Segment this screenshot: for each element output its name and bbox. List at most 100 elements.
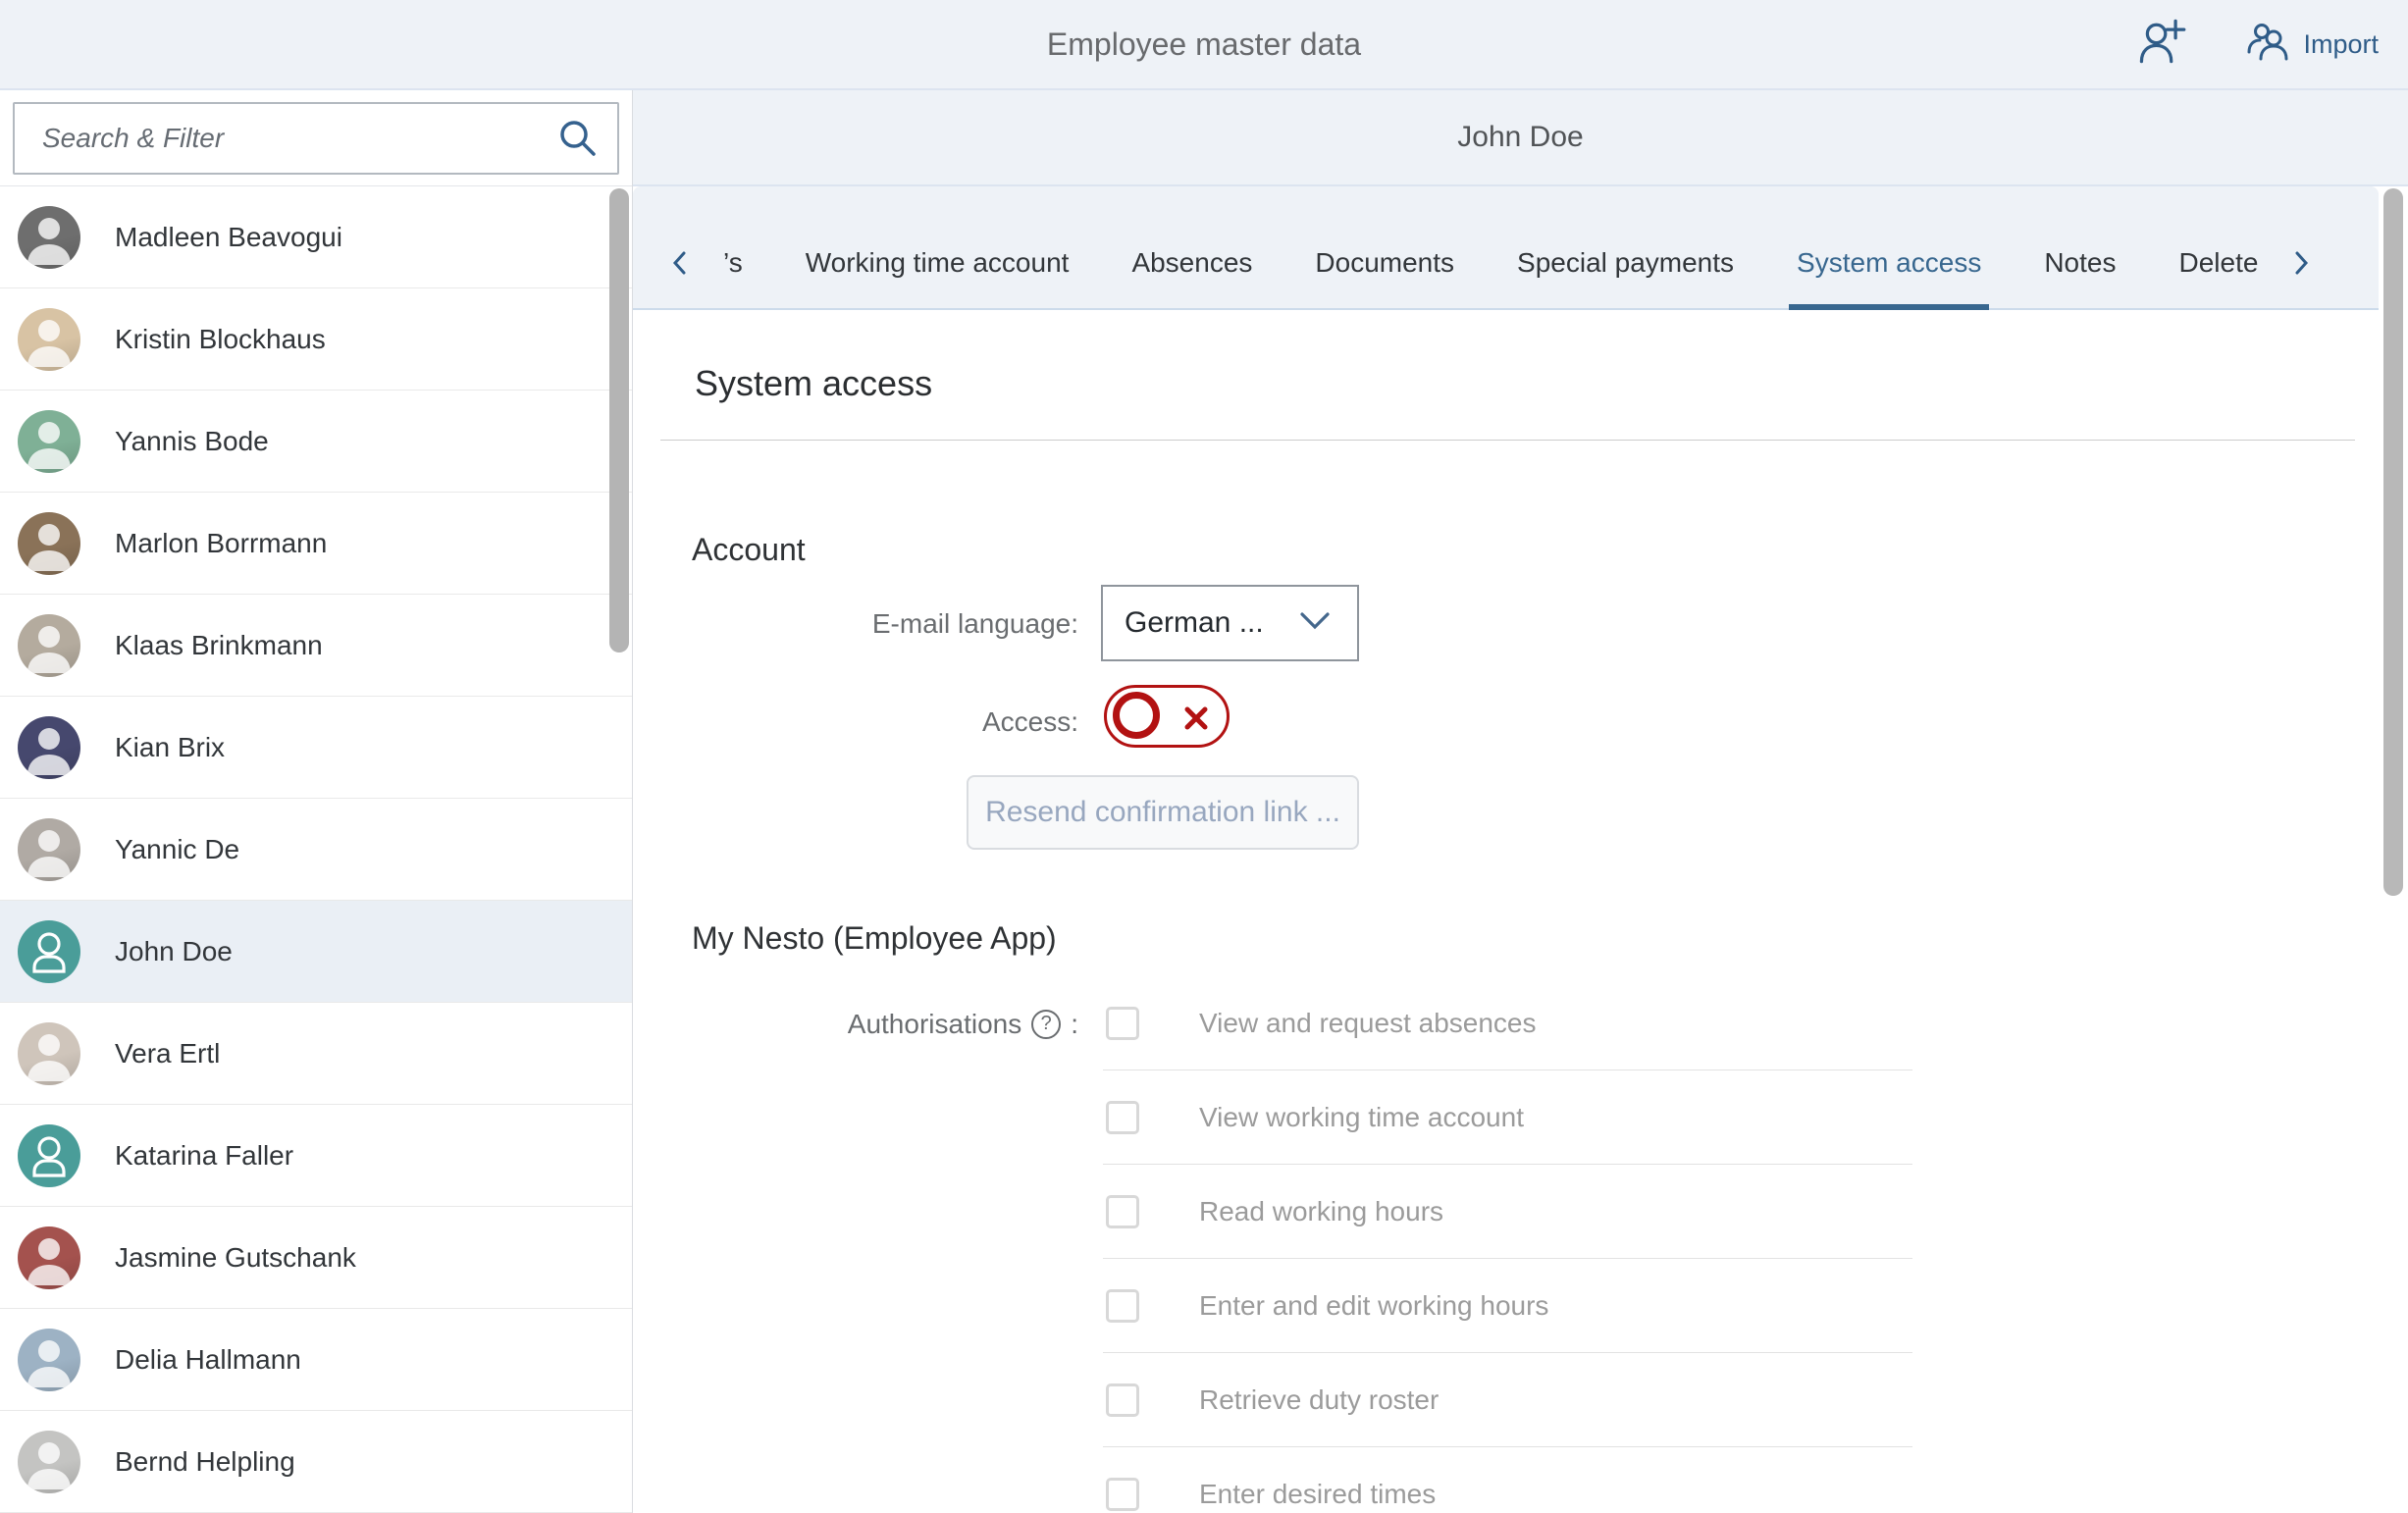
email-language-label: E-mail language: bbox=[633, 608, 1078, 640]
tab[interactable]: Notes bbox=[2036, 247, 2123, 308]
tab[interactable]: System access bbox=[1789, 247, 1989, 308]
tab-strip: ’s Working time account Absences Documen… bbox=[633, 186, 2379, 310]
avatar bbox=[18, 308, 80, 371]
avatar bbox=[18, 818, 80, 881]
avatar bbox=[18, 410, 80, 473]
employee-sidebar: Madleen Beavogui Kristin Blockhaus bbox=[0, 90, 633, 1513]
employee-list-item[interactable]: Yannis Bode bbox=[0, 391, 632, 493]
employee-list-item[interactable]: Delia Hallmann bbox=[0, 1309, 632, 1411]
employee-list-item[interactable]: John Doe bbox=[0, 901, 632, 1003]
employee-detail-title: John Doe bbox=[633, 90, 2408, 184]
header-actions: Import bbox=[2136, 0, 2379, 88]
tab-label: Absences bbox=[1131, 247, 1252, 278]
employee-list-item[interactable]: Yannic De bbox=[0, 799, 632, 901]
permission-label: Read working hours bbox=[1199, 1196, 1443, 1227]
toggle-knob bbox=[1113, 692, 1160, 739]
avatar bbox=[18, 716, 80, 779]
email-language-value: German ... bbox=[1125, 606, 1264, 640]
tab[interactable]: Absences bbox=[1124, 247, 1260, 308]
toggle-off-x-icon bbox=[1181, 704, 1211, 738]
section-divider bbox=[660, 440, 2355, 441]
permission-checkbox[interactable] bbox=[1106, 1101, 1139, 1134]
employee-list-item[interactable]: Kian Brix bbox=[0, 697, 632, 799]
account-heading: Account bbox=[692, 532, 806, 568]
employee-name: Kristin Blockhaus bbox=[115, 324, 326, 355]
permission-row: View working time account bbox=[1103, 1070, 1912, 1165]
detail-header: John Doe bbox=[633, 90, 2408, 186]
employee-list-item[interactable]: Bernd Helpling bbox=[0, 1411, 632, 1513]
employee-list-item[interactable]: Jasmine Gutschank bbox=[0, 1207, 632, 1309]
permission-checkbox[interactable] bbox=[1106, 1478, 1139, 1511]
search-area bbox=[0, 90, 632, 186]
import-label: Import bbox=[2303, 29, 2379, 60]
import-people-icon bbox=[2246, 21, 2291, 69]
tabs-scroll-right-button[interactable] bbox=[2289, 243, 2313, 308]
tab-label: Delete bbox=[2178, 247, 2258, 278]
tab[interactable]: Special payments bbox=[1509, 247, 1742, 308]
chevron-down-icon bbox=[1298, 610, 1332, 637]
employee-name: Marlon Borrmann bbox=[115, 528, 327, 559]
employee-list-item[interactable]: Madleen Beavogui bbox=[0, 186, 632, 288]
permission-label: Enter and edit working hours bbox=[1199, 1290, 1548, 1322]
help-icon[interactable]: ? bbox=[1031, 1010, 1061, 1039]
section-title: System access bbox=[695, 363, 932, 404]
permission-checkbox[interactable] bbox=[1106, 1383, 1139, 1417]
permission-checkbox[interactable] bbox=[1106, 1195, 1139, 1228]
employee-name: Katarina Faller bbox=[115, 1140, 293, 1172]
avatar bbox=[18, 1124, 80, 1187]
tab[interactable]: Delete bbox=[2171, 247, 2266, 308]
permission-label: View working time account bbox=[1199, 1102, 1524, 1133]
import-button[interactable]: Import bbox=[2246, 21, 2379, 69]
permission-checkbox[interactable] bbox=[1106, 1289, 1139, 1323]
permission-row: Enter and edit working hours bbox=[1103, 1259, 1912, 1353]
employee-list-item[interactable]: Katarina Faller bbox=[0, 1105, 632, 1207]
employee-list-item[interactable]: Kristin Blockhaus bbox=[0, 288, 632, 391]
tab-label: System access bbox=[1797, 247, 1981, 278]
avatar bbox=[18, 1329, 80, 1391]
access-toggle[interactable] bbox=[1104, 685, 1230, 748]
permission-list: View and request absences View working t… bbox=[1103, 976, 1912, 1513]
employee-list-item[interactable]: Marlon Borrmann bbox=[0, 493, 632, 595]
permission-checkbox[interactable] bbox=[1106, 1007, 1139, 1040]
employee-list: Madleen Beavogui Kristin Blockhaus bbox=[0, 186, 632, 1513]
employee-name: John Doe bbox=[115, 936, 233, 967]
detail-card: ’s Working time account Absences Documen… bbox=[633, 186, 2379, 1513]
permission-row: Retrieve duty roster bbox=[1103, 1353, 1912, 1447]
app-title: Employee master data bbox=[0, 0, 2408, 88]
avatar bbox=[18, 206, 80, 269]
authorisations-label: Authorisations bbox=[848, 1009, 1021, 1040]
app-header: Employee master data Import bbox=[0, 0, 2408, 90]
employee-name: Madleen Beavogui bbox=[115, 222, 342, 253]
search-icon[interactable] bbox=[557, 118, 599, 164]
employee-name: Klaas Brinkmann bbox=[115, 630, 323, 661]
avatar bbox=[18, 614, 80, 677]
employee-name: Jasmine Gutschank bbox=[115, 1242, 356, 1274]
add-employee-button[interactable] bbox=[2136, 16, 2187, 74]
resend-confirmation-label: Resend confirmation link ... bbox=[985, 796, 1340, 829]
authorisations-colon: : bbox=[1071, 1009, 1078, 1040]
tab[interactable]: ’s bbox=[715, 247, 751, 308]
employee-name: Yannic De bbox=[115, 834, 239, 865]
email-language-select[interactable]: German ... bbox=[1101, 585, 1359, 661]
nesto-heading: My Nesto (Employee App) bbox=[692, 920, 1057, 957]
sidebar-scrollbar-thumb[interactable] bbox=[609, 188, 629, 652]
employee-list-item[interactable]: Klaas Brinkmann bbox=[0, 595, 632, 697]
tab[interactable]: Working time account bbox=[798, 247, 1077, 308]
resend-confirmation-button[interactable]: Resend confirmation link ... bbox=[967, 775, 1359, 850]
detail-panel: John Doe ’s Working time account Absence… bbox=[633, 90, 2408, 1513]
content-scrollbar-thumb[interactable] bbox=[2383, 188, 2403, 896]
tab[interactable]: Documents bbox=[1307, 247, 1462, 308]
permission-label: View and request absences bbox=[1199, 1008, 1537, 1039]
employee-name: Vera Ertl bbox=[115, 1038, 220, 1070]
search-input[interactable] bbox=[13, 102, 619, 175]
tab-label: Special payments bbox=[1517, 247, 1734, 278]
employee-list-item[interactable]: Vera Ertl bbox=[0, 1003, 632, 1105]
employee-name: Bernd Helpling bbox=[115, 1446, 295, 1478]
employee-name: Kian Brix bbox=[115, 732, 225, 763]
tabs-scroll-left-button[interactable] bbox=[668, 243, 692, 308]
permission-row: Read working hours bbox=[1103, 1165, 1912, 1259]
person-add-icon bbox=[2136, 16, 2187, 74]
access-label: Access: bbox=[633, 706, 1078, 738]
tab-label: Notes bbox=[2044, 247, 2116, 278]
permission-row: Enter desired times bbox=[1103, 1447, 1912, 1513]
